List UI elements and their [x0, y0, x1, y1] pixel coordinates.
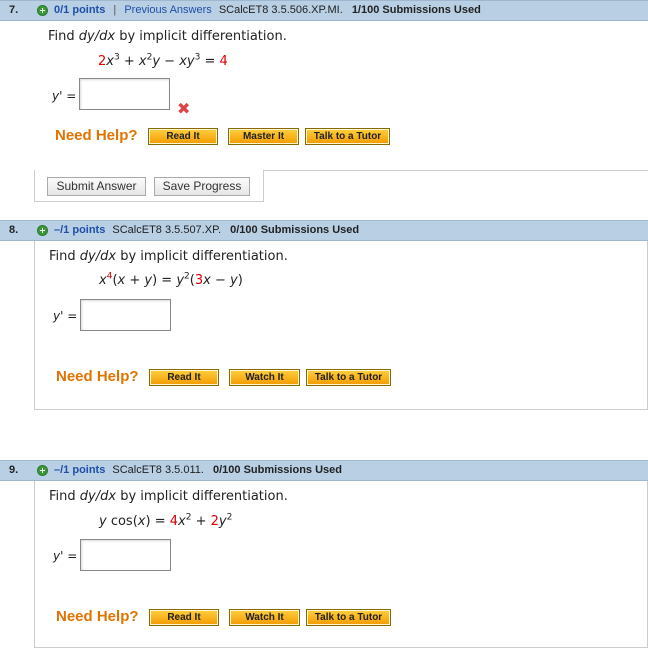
divider: [264, 170, 648, 171]
equation: 2x3 + x2y − xy3 = 4: [98, 52, 228, 69]
question-prompt: Find dy/dx by implicit differentiation.: [49, 489, 288, 504]
points-link[interactable]: –/1 points: [54, 464, 105, 476]
need-help-label: Need Help?: [56, 608, 139, 625]
separator: |: [113, 4, 117, 16]
answer-input[interactable]: [79, 78, 170, 110]
question-number: 9.: [9, 464, 19, 476]
previous-answers-link[interactable]: Previous Answers: [124, 4, 211, 16]
question-number: 7.: [9, 4, 19, 16]
question-7-header: 7. 0/1 points | Previous Answers SCalcET…: [0, 0, 648, 21]
plus-icon[interactable]: [37, 5, 48, 16]
question-code: SCalcET8 3.5.507.XP.: [112, 224, 222, 236]
watch-it-button[interactable]: Watch It: [229, 609, 300, 626]
question-8-body: Find dy/dx by implicit differentiation. …: [34, 241, 648, 410]
answer-input[interactable]: [80, 539, 171, 571]
points-link[interactable]: 0/1 points: [54, 4, 105, 16]
yprime-label: y' =: [52, 89, 77, 103]
question-prompt: Find dy/dx by implicit differentiation.: [48, 29, 287, 44]
question-number: 8.: [9, 224, 19, 236]
question-8-header: 8. –/1 points SCalcET8 3.5.507.XP. 0/100…: [0, 220, 648, 241]
plus-icon[interactable]: [37, 225, 48, 236]
save-progress-button[interactable]: Save Progress: [154, 177, 250, 196]
question-code: SCalcET8 3.5.011.: [112, 464, 204, 476]
question-prompt: Find dy/dx by implicit differentiation.: [49, 249, 288, 264]
prompt-var: dy/dx: [79, 489, 117, 504]
question-7-body: Find dy/dx by implicit differentiation. …: [34, 21, 648, 173]
answer-input[interactable]: [80, 299, 171, 331]
close-icon: ✖: [177, 99, 191, 118]
read-it-button[interactable]: Read It: [149, 369, 219, 386]
master-it-button[interactable]: Master It: [228, 128, 299, 145]
talk-to-tutor-button[interactable]: Talk to a Tutor: [305, 128, 390, 145]
talk-to-tutor-button[interactable]: Talk to a Tutor: [306, 369, 391, 386]
submit-answer-button[interactable]: Submit Answer: [47, 177, 146, 196]
plus-icon[interactable]: [37, 465, 48, 476]
watch-it-button[interactable]: Watch It: [229, 369, 300, 386]
prompt-var: dy/dx: [78, 29, 116, 44]
yprime-label: y' =: [53, 549, 78, 563]
submissions-used: 0/100 Submissions Used: [230, 224, 360, 236]
question-9-header: 9. –/1 points SCalcET8 3.5.011. 0/100 Su…: [0, 460, 648, 481]
need-help-label: Need Help?: [56, 368, 139, 385]
yprime-label: y' =: [53, 309, 78, 323]
submissions-used: 1/100 Submissions Used: [351, 4, 481, 16]
prompt-var: dy/dx: [79, 249, 117, 264]
question-code: SCalcET8 3.5.506.XP.MI.: [218, 4, 343, 16]
talk-to-tutor-button[interactable]: Talk to a Tutor: [306, 609, 391, 626]
read-it-button[interactable]: Read It: [148, 128, 218, 145]
equation: x4(x + y) = y2(3x − y): [99, 271, 243, 288]
submissions-used: 0/100 Submissions Used: [212, 464, 342, 476]
equation: y cos(x) = 4x2 + 2y2: [99, 512, 233, 529]
need-help-label: Need Help?: [55, 127, 138, 144]
points-link[interactable]: –/1 points: [54, 224, 105, 236]
read-it-button[interactable]: Read It: [149, 609, 219, 626]
question-9-body: Find dy/dx by implicit differentiation. …: [34, 481, 648, 648]
